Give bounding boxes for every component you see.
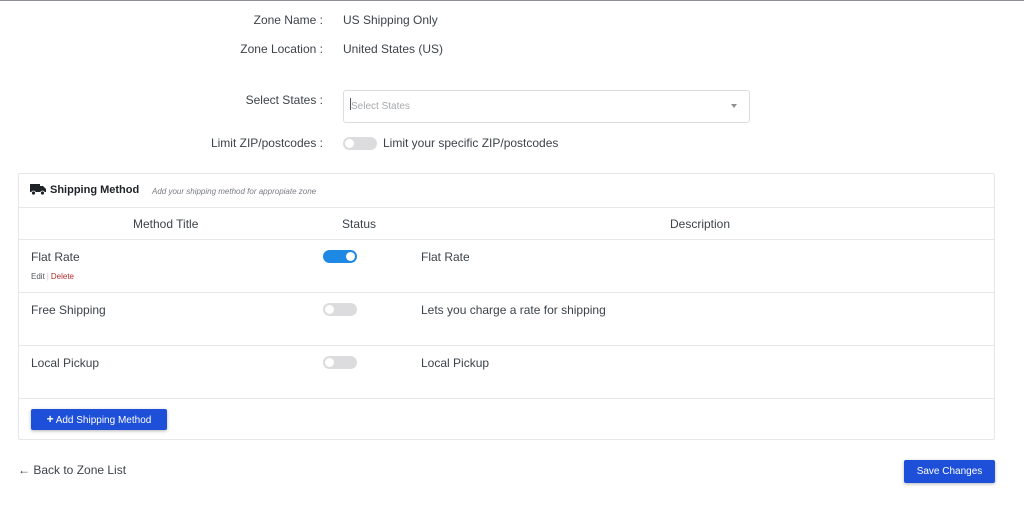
states-select[interactable]: Select States — [343, 90, 750, 123]
action-separator: | — [46, 272, 49, 281]
delete-link[interactable]: Delete — [51, 272, 74, 281]
top-border — [0, 0, 1024, 1]
column-header-description: Description — [670, 217, 731, 231]
select-states-label: Select States : — [245, 93, 323, 107]
plus-icon: + — [46, 412, 54, 426]
back-to-zone-list-link[interactable]: ← Back to Zone List — [18, 463, 126, 477]
shipping-method-title: Shipping Method — [50, 184, 140, 196]
zone-location-value: United States (US) — [343, 42, 444, 56]
edit-link[interactable]: Edit — [31, 272, 45, 281]
method-description-flat-rate: Flat Rate — [421, 250, 470, 264]
table-row — [19, 345, 994, 398]
status-toggle-flat-rate[interactable] — [323, 250, 357, 263]
method-title-local-pickup: Local Pickup — [31, 356, 100, 370]
column-header-method-title: Method Title — [133, 217, 199, 231]
column-header-status: Status — [342, 217, 377, 231]
zone-location-label: Zone Location : — [240, 42, 323, 56]
row-actions: Edit | Delete — [31, 272, 74, 281]
status-toggle-local-pickup[interactable] — [323, 356, 357, 369]
status-toggle-free-shipping[interactable] — [323, 303, 357, 316]
toggle-knob — [325, 358, 334, 367]
states-select-placeholder: Select States — [351, 101, 410, 112]
zone-name-label: Zone Name : — [253, 13, 323, 27]
chevron-down-icon — [731, 104, 737, 108]
method-description-local-pickup: Local Pickup — [421, 356, 490, 370]
limit-zip-label: Limit ZIP/postcodes : — [210, 136, 323, 150]
add-shipping-method-label: Add Shipping Method — [55, 415, 152, 426]
save-changes-button[interactable]: Save Changes — [904, 460, 995, 483]
row-divider — [19, 398, 994, 399]
table-row — [19, 292, 994, 345]
toggle-knob — [346, 252, 355, 261]
toggle-knob — [345, 139, 354, 148]
limit-zip-toggle[interactable] — [343, 137, 377, 150]
shipping-method-header: Shipping Method Add your shipping method… — [19, 174, 994, 208]
add-shipping-method-button[interactable]: + Add Shipping Method — [31, 409, 167, 430]
shipping-method-panel: Shipping Method Add your shipping method… — [18, 173, 995, 440]
method-description-free-shipping: Lets you charge a rate for shipping — [421, 303, 606, 317]
toggle-knob — [325, 305, 334, 314]
zone-name-value: US Shipping Only — [343, 13, 438, 27]
method-title-free-shipping: Free Shipping — [31, 303, 106, 317]
table-row — [19, 239, 994, 292]
limit-zip-text: Limit your specific ZIP/postcodes — [383, 136, 559, 150]
truck-icon — [30, 184, 46, 195]
method-title-flat-rate: Flat Rate — [31, 250, 80, 264]
shipping-method-subtitle: Add your shipping method for appropiate … — [152, 187, 317, 196]
